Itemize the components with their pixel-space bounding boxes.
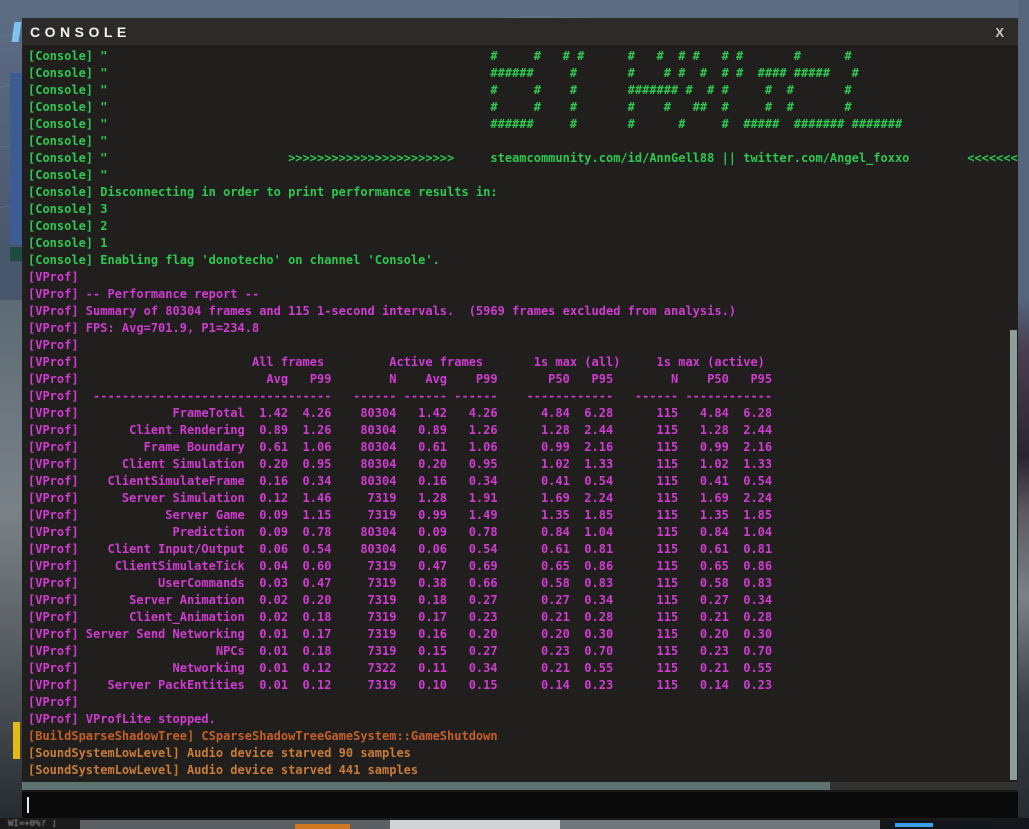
console-line: [VProf] Server Send Networking 0.01 0.17… xyxy=(28,627,773,641)
console-log[interactable]: [Console] " # # # # # # # # # # # # [Cons… xyxy=(22,45,1018,782)
console-line: [VProf] ClientSimulateFrame 0.16 0.34 80… xyxy=(28,474,773,488)
horizontal-scrollbar-track[interactable] xyxy=(22,782,1018,790)
console-line: [VProf] Client Rendering 0.89 1.26 80304… xyxy=(28,423,773,437)
hud-blurred-text: WI=+0%? ] xyxy=(8,819,57,829)
console-titlebar[interactable]: CONSOLE X xyxy=(22,18,1018,45)
console-line: [Console] Enabling flag 'donotecho' on c… xyxy=(28,253,440,267)
console-line: [VProf] Server Game 0.09 1.15 7319 0.99 … xyxy=(28,508,773,522)
console-line: [SoundSystemLowLevel] Audio device starv… xyxy=(28,763,419,777)
console-line: [VProf] Server Simulation 0.12 1.46 7319… xyxy=(28,491,773,505)
console-line: [VProf] Server PackEntities 0.01 0.12 73… xyxy=(28,678,773,692)
console-line: [Console] 3 xyxy=(28,202,108,216)
console-line: [VProf] Avg P99 N Avg P99 P50 P95 N P50 … xyxy=(28,372,773,386)
console-line: [VProf] ClientSimulateTick 0.04 0.60 731… xyxy=(28,559,773,573)
background-banner xyxy=(10,73,22,245)
background-strip xyxy=(10,247,22,261)
console-line: [VProf] All frames Active frames 1s max … xyxy=(28,355,765,369)
console-line: [VProf] FPS: Avg=701.9, P1=234.8 xyxy=(28,321,260,335)
vertical-scrollbar[interactable] xyxy=(1010,330,1017,780)
input-caret xyxy=(27,797,29,813)
console-line: [VProf] Frame Boundary 0.61 1.06 80304 0… xyxy=(28,440,773,454)
console-line: [Console] Disconnecting in order to prin… xyxy=(28,185,498,199)
console-line: [VProf] Prediction 0.09 0.78 80304 0.09 … xyxy=(28,525,773,539)
console-line: [VProf] FrameTotal 1.42 4.26 80304 1.42 … xyxy=(28,406,773,420)
console-line: [Console] 1 xyxy=(28,236,108,250)
console-line: [Console] " # # # ####### # # # # # # xyxy=(28,83,852,97)
console-line: [VProf] xyxy=(28,338,79,352)
console-line: [VProf] Client Input/Output 0.06 0.54 80… xyxy=(28,542,773,556)
close-button[interactable]: X xyxy=(991,23,1008,42)
hud-progress-bar xyxy=(895,823,933,827)
console-line: [VProf] UserCommands 0.03 0.47 7319 0.38… xyxy=(28,576,773,590)
console-line: [Console] " # # # # # ## # # # # xyxy=(28,100,852,114)
console-line: [Console] " # # # # # # # # # # # # xyxy=(28,49,852,63)
console-line: [Console] " >>>>>>>>>>>>>>>>>>>>>>> stea… xyxy=(28,151,1018,165)
console-line: [VProf] Networking 0.01 0.12 7322 0.11 0… xyxy=(28,661,773,675)
console-line: [Console] " ###### # # # # # # # #### ##… xyxy=(28,66,859,80)
command-input[interactable] xyxy=(22,792,1018,818)
console-line: [VProf] VProfLite stopped. xyxy=(28,712,216,726)
console-line: [Console] 2 xyxy=(28,219,108,233)
console-line: [VProf] -- Performance report -- xyxy=(28,287,260,301)
hud-orange-badge xyxy=(295,824,350,829)
console-line: [SoundSystemLowLevel] Audio device starv… xyxy=(28,746,411,760)
console-line: [VProf] NPCs 0.01 0.18 7319 0.15 0.27 0.… xyxy=(28,644,773,658)
console-line: [Console] " xyxy=(28,168,108,182)
console-line: [VProf] Summary of 80304 frames and 115 … xyxy=(28,304,737,318)
window-title: CONSOLE xyxy=(30,24,131,40)
background-right-scene xyxy=(1018,0,1029,829)
console-line: [VProf] Client Simulation 0.20 0.95 8030… xyxy=(28,457,773,471)
hud-marker-yellow xyxy=(13,722,20,759)
horizontal-scrollbar-thumb[interactable] xyxy=(22,782,830,790)
console-window: CONSOLE X [Console] " # # # # # # # # # … xyxy=(22,18,1018,820)
console-line: [Console] " xyxy=(28,134,108,148)
command-input-row xyxy=(22,792,1018,818)
console-line: [BuildSparseShadowTree] CSparseShadowTre… xyxy=(28,729,498,743)
console-line: [VProf] Server Animation 0.02 0.20 7319 … xyxy=(28,593,773,607)
console-line: [VProf] Client_Animation 0.02 0.18 7319 … xyxy=(28,610,773,624)
console-line: [VProf] --------------------------------… xyxy=(28,389,773,403)
console-line: [Console] " ###### # # # # ##### #######… xyxy=(28,117,903,131)
console-line: [VProf] xyxy=(28,270,79,284)
console-line: [VProf] xyxy=(28,695,79,709)
